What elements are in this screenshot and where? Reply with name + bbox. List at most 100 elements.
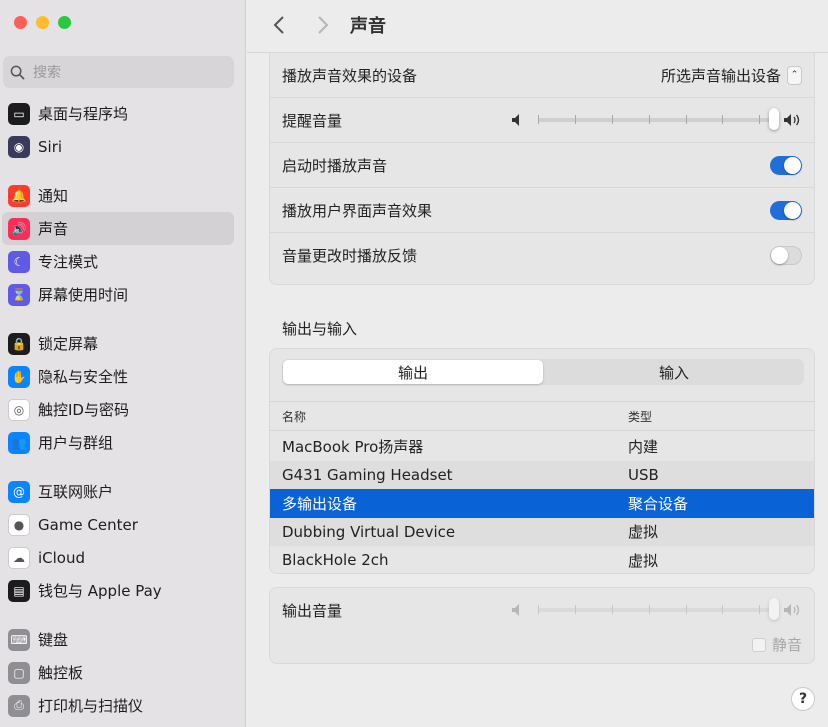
toggle-knob	[784, 201, 801, 219]
ui-effects-toggle[interactable]	[770, 200, 802, 220]
device-type: 内建	[628, 437, 659, 456]
output-volume-slider[interactable]	[510, 598, 802, 620]
sidebar-item-label: Siri	[38, 137, 63, 156]
device-row[interactable]: G431 Gaming Headset USB	[270, 460, 814, 489]
device-row[interactable]: MacBook Pro扬声器 内建	[270, 432, 814, 461]
startup-sound-label: 启动时播放声音	[282, 156, 388, 175]
sidebar-item[interactable]: ⌨ 键盘	[0, 623, 246, 656]
toggle-knob	[771, 247, 788, 264]
device-row[interactable]: Dubbing Virtual Device 虚拟	[270, 517, 814, 546]
sidebar-item[interactable]: 🔊 声音	[2, 212, 234, 245]
effects-device-popup[interactable]: 所选声音输出设备 ⌃	[661, 65, 802, 86]
users-icon: 👥	[8, 431, 30, 454]
device-name: BlackHole 2ch	[282, 551, 389, 570]
alert-volume-label: 提醒音量	[282, 111, 343, 130]
sidebar-item-label: Game Center	[38, 515, 138, 534]
startup-sound-row: 启动时播放声音	[270, 143, 814, 188]
sidebar-item-label: 键盘	[38, 631, 69, 649]
sidebar-item[interactable]: 🔒 锁定屏幕	[0, 327, 246, 360]
output-volume-track[interactable]	[538, 598, 779, 620]
lock-icon: 🔒	[8, 332, 30, 355]
toolbar: 声音	[247, 0, 828, 53]
slider-thumb[interactable]	[769, 108, 779, 130]
slider-tick	[722, 605, 724, 614]
zoom-window-button[interactable]	[58, 16, 71, 29]
sidebar-item[interactable]: ◎ 触控ID与密码	[0, 393, 246, 426]
output-input-heading: 输出与输入	[282, 320, 358, 338]
sidebar-item[interactable]: ✋ 隐私与安全性	[0, 360, 246, 393]
sidebar-item[interactable]: 👥 用户与群组	[0, 426, 246, 459]
volume-feedback-toggle[interactable]	[770, 246, 802, 265]
output-volume-row: 输出音量	[270, 588, 814, 632]
device-table: MacBook Pro扬声器 内建 G431 Gaming Headset USB 多输…	[270, 432, 814, 573]
device-table-header: 名称 类型	[270, 401, 814, 431]
tab-output[interactable]: 输出	[283, 360, 543, 384]
sidebar-item[interactable]: ⎙ 打印机与扫描仪	[0, 689, 246, 722]
slider-tick	[538, 605, 539, 614]
slider-thumb[interactable]	[769, 598, 779, 620]
search-icon	[10, 65, 25, 79]
sidebar-item[interactable]: ⌛ 屏幕使用时间	[0, 278, 246, 311]
device-row[interactable]: 多输出设备 聚合设备	[270, 489, 814, 518]
slider-tick	[685, 115, 687, 124]
slider-tick	[574, 605, 576, 614]
speaker-icon: 🔊	[8, 217, 30, 240]
hourglass-icon: ⌛	[8, 283, 30, 306]
close-window-button[interactable]	[14, 16, 27, 29]
device-name: MacBook Pro扬声器	[282, 437, 424, 456]
startup-sound-toggle[interactable]	[770, 155, 802, 175]
column-header-type[interactable]: 类型	[616, 408, 814, 425]
sidebar-item-label: 钱包与 Apple Pay	[38, 582, 162, 600]
sidebar-item[interactable]: ▤ 钱包与 Apple Pay	[0, 574, 246, 607]
sidebar-item[interactable]: @ 互联网账户	[0, 475, 246, 508]
wallet-icon: ▤	[8, 579, 30, 602]
sidebar-item-label: 屏幕使用时间	[38, 286, 129, 304]
chevron-right-icon	[318, 16, 329, 34]
forward-button[interactable]	[313, 12, 333, 38]
slider-tick	[574, 115, 576, 124]
speaker-low-icon	[512, 114, 519, 126]
speaker-low-icon	[512, 604, 519, 616]
slider-tick	[611, 605, 613, 614]
toggle-knob	[784, 156, 801, 174]
sidebar-item-label: 锁定屏幕	[38, 335, 99, 353]
mute-checkbox[interactable]: 静音	[751, 634, 802, 655]
search-input[interactable]: 搜索	[3, 56, 234, 88]
alert-volume-slider[interactable]	[510, 108, 802, 130]
sidebar-item[interactable]: ☾ 专注模式	[0, 245, 246, 278]
mute-checkbox-box[interactable]	[751, 637, 766, 652]
output-input-group: 输出 输入 名称 类型 MacBook Pro扬声器 内建 G431 Gaming H…	[269, 348, 815, 574]
sidebar-item-label: 触控ID与密码	[38, 401, 129, 419]
device-name: Dubbing Virtual Device	[282, 522, 456, 541]
device-name: G431 Gaming Headset	[282, 465, 453, 484]
effects-device-value: 所选声音输出设备	[660, 66, 781, 85]
siri-icon: ◉	[8, 135, 30, 158]
sidebar-item-label: 互联网账户	[38, 483, 114, 501]
printer-icon: ⎙	[8, 694, 30, 717]
sidebar-item[interactable]: ▭ 桌面与程序坞	[0, 97, 246, 130]
minimize-window-button[interactable]	[36, 16, 49, 29]
alert-volume-track[interactable]	[538, 108, 779, 130]
speaker-high-icon	[784, 604, 800, 616]
alert-volume-row: 提醒音量	[270, 98, 814, 143]
output-volume-label: 输出音量	[282, 601, 343, 620]
device-name: 多输出设备	[282, 494, 358, 513]
sidebar-item[interactable]: ● Game Center	[0, 508, 246, 541]
back-button[interactable]	[269, 12, 289, 38]
tab-input[interactable]: 输入	[544, 359, 804, 385]
moon-icon: ☾	[8, 250, 30, 273]
sidebar-item[interactable]: ☁ iCloud	[0, 541, 246, 574]
sidebar-item[interactable]: 🔔 通知	[0, 179, 246, 212]
slider-tick	[611, 115, 613, 124]
bell-icon: 🔔	[8, 184, 30, 207]
help-button[interactable]: ?	[791, 687, 815, 711]
device-row[interactable]: BlackHole 2ch 虚拟	[270, 546, 814, 573]
column-header-name[interactable]: 名称	[270, 408, 616, 425]
sidebar-item-label: iCloud	[38, 548, 86, 567]
sidebar-item[interactable]: ◉ Siri	[0, 130, 246, 163]
sidebar-item[interactable]: ▢ 触控板	[0, 656, 246, 689]
output-volume-group: 输出音量 静音	[269, 587, 815, 664]
slider-tick	[759, 605, 761, 614]
ui-effects-label: 播放用户界面声音效果	[282, 201, 433, 220]
